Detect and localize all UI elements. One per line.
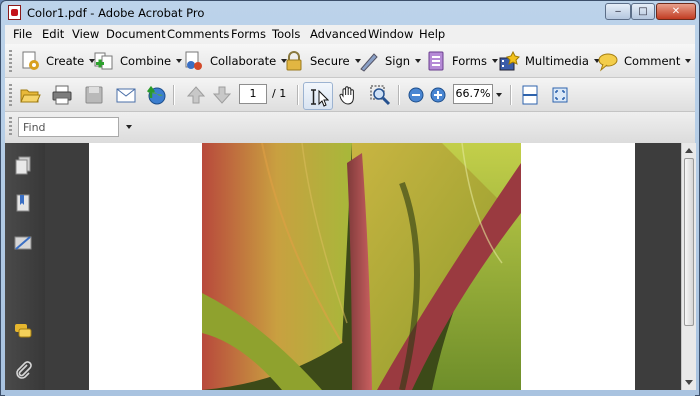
comment-label: Comment <box>624 54 681 68</box>
create-label: Create <box>46 54 85 68</box>
menu-bar: File Edit View Document Comments Forms T… <box>5 25 695 45</box>
menu-help[interactable]: Help <box>419 27 445 41</box>
file-nav-toolbar: 1 / 1 66.7% <box>5 78 695 112</box>
menu-file[interactable]: File <box>13 27 32 41</box>
toolbar-separator <box>398 85 400 105</box>
email-envelope-icon[interactable] <box>115 84 137 106</box>
menu-view[interactable]: View <box>72 27 99 41</box>
bookmarks-icon[interactable] <box>13 193 33 213</box>
menu-window[interactable]: Window <box>368 27 413 41</box>
minimize-button[interactable]: ‒ <box>605 3 631 20</box>
secure-label: Secure <box>310 54 350 68</box>
hand-tool-icon[interactable] <box>337 84 359 106</box>
sign-label: Sign <box>385 54 411 68</box>
menu-edit[interactable]: Edit <box>42 27 64 41</box>
collaborate-icon <box>185 51 202 70</box>
zoom-out-icon[interactable] <box>405 84 427 106</box>
maximize-button[interactable]: □ <box>631 3 655 20</box>
comment-button[interactable]: Comment <box>597 49 692 73</box>
forms-label: Forms <box>452 54 487 68</box>
zoom-level-field[interactable]: 66.7% <box>453 84 493 104</box>
forms-icon <box>428 51 444 71</box>
save-disk-icon[interactable] <box>83 84 105 106</box>
minimize-icon: ‒ <box>614 6 622 17</box>
window-bottom-border <box>5 390 695 396</box>
fit-page-icon[interactable] <box>549 84 571 106</box>
signatures-icon[interactable] <box>13 233 33 253</box>
find-input[interactable]: Find <box>18 117 119 137</box>
marquee-zoom-icon[interactable] <box>369 84 391 106</box>
secure-button[interactable]: Secure <box>283 49 361 73</box>
collaborate-button[interactable]: Collaborate <box>183 49 288 73</box>
toolbar-gripper[interactable] <box>9 84 12 106</box>
create-button[interactable]: Create <box>19 49 96 73</box>
menu-advanced[interactable]: Advanced <box>310 27 367 41</box>
maximize-icon: □ <box>638 6 648 17</box>
find-toolbar: Find <box>5 112 695 144</box>
acrobat-window: Color1.pdf - Adobe Acrobat Pro ‒ □ ✕ Fil… <box>0 0 700 396</box>
combine-label: Combine <box>120 54 172 68</box>
next-page-arrow-icon[interactable] <box>211 84 233 106</box>
menu-forms[interactable]: Forms <box>231 27 266 41</box>
page-number-input[interactable]: 1 <box>239 84 267 104</box>
scrolling-mode-icon[interactable] <box>519 84 541 106</box>
toolbar-separator <box>173 85 175 105</box>
close-icon: ✕ <box>671 6 681 17</box>
pdf-page <box>89 143 635 390</box>
document-view[interactable] <box>45 143 681 390</box>
zoom-in-icon[interactable] <box>427 84 449 106</box>
combine-button[interactable]: Combine <box>93 49 183 73</box>
forms-button[interactable]: Forms <box>425 49 498 73</box>
zoom-dropdown-arrow[interactable] <box>496 93 502 97</box>
vertical-scrollbar[interactable] <box>681 143 696 390</box>
comments-panel-icon[interactable] <box>13 321 33 341</box>
title-bar[interactable]: Color1.pdf - Adobe Acrobat Pro ‒ □ ✕ <box>1 1 699 25</box>
find-options-dropdown[interactable] <box>126 125 132 129</box>
combine-files-icon <box>94 52 113 70</box>
pen-sign-icon <box>360 53 378 72</box>
menu-document[interactable]: Document <box>106 27 166 41</box>
tasks-toolbar: Create Combine Collaborate Secure Sign F… <box>5 44 695 78</box>
navigation-panel <box>5 143 45 390</box>
menu-tools[interactable]: Tools <box>272 27 300 41</box>
collaborate-label: Collaborate <box>210 54 277 68</box>
toolbar-separator <box>297 85 299 105</box>
toolbar-separator <box>510 85 512 105</box>
sign-button[interactable]: Sign <box>358 49 422 73</box>
multimedia-label: Multimedia <box>525 54 589 68</box>
menu-comments[interactable]: Comments <box>167 27 229 41</box>
comment-bubble-icon <box>598 53 618 72</box>
scroll-up-arrow-icon[interactable] <box>685 148 693 153</box>
toolbar-gripper[interactable] <box>9 117 12 137</box>
close-button[interactable]: ✕ <box>656 3 696 20</box>
page-total-label: / 1 <box>272 87 287 100</box>
open-folder-icon[interactable] <box>19 84 41 106</box>
multimedia-button[interactable]: Multimedia <box>498 49 600 73</box>
lock-icon <box>286 51 302 71</box>
attachments-paperclip-icon[interactable] <box>13 359 33 379</box>
previous-page-arrow-icon[interactable] <box>185 84 207 106</box>
window-title: Color1.pdf - Adobe Acrobat Pro <box>27 6 205 20</box>
select-tool-button[interactable] <box>303 82 333 110</box>
web-upload-globe-icon[interactable] <box>145 84 167 106</box>
multimedia-icon <box>499 50 520 71</box>
create-pdf-icon <box>22 51 39 70</box>
banana-leaf-photo <box>202 143 521 390</box>
scroll-down-arrow-icon[interactable] <box>685 380 693 385</box>
toolbar-gripper[interactable] <box>9 50 12 72</box>
pages-thumbnail-icon[interactable] <box>13 155 33 175</box>
scroll-thumb[interactable] <box>684 158 694 326</box>
print-icon[interactable] <box>51 84 73 106</box>
text-select-cursor-icon <box>311 89 329 107</box>
pdf-app-icon <box>8 5 21 20</box>
